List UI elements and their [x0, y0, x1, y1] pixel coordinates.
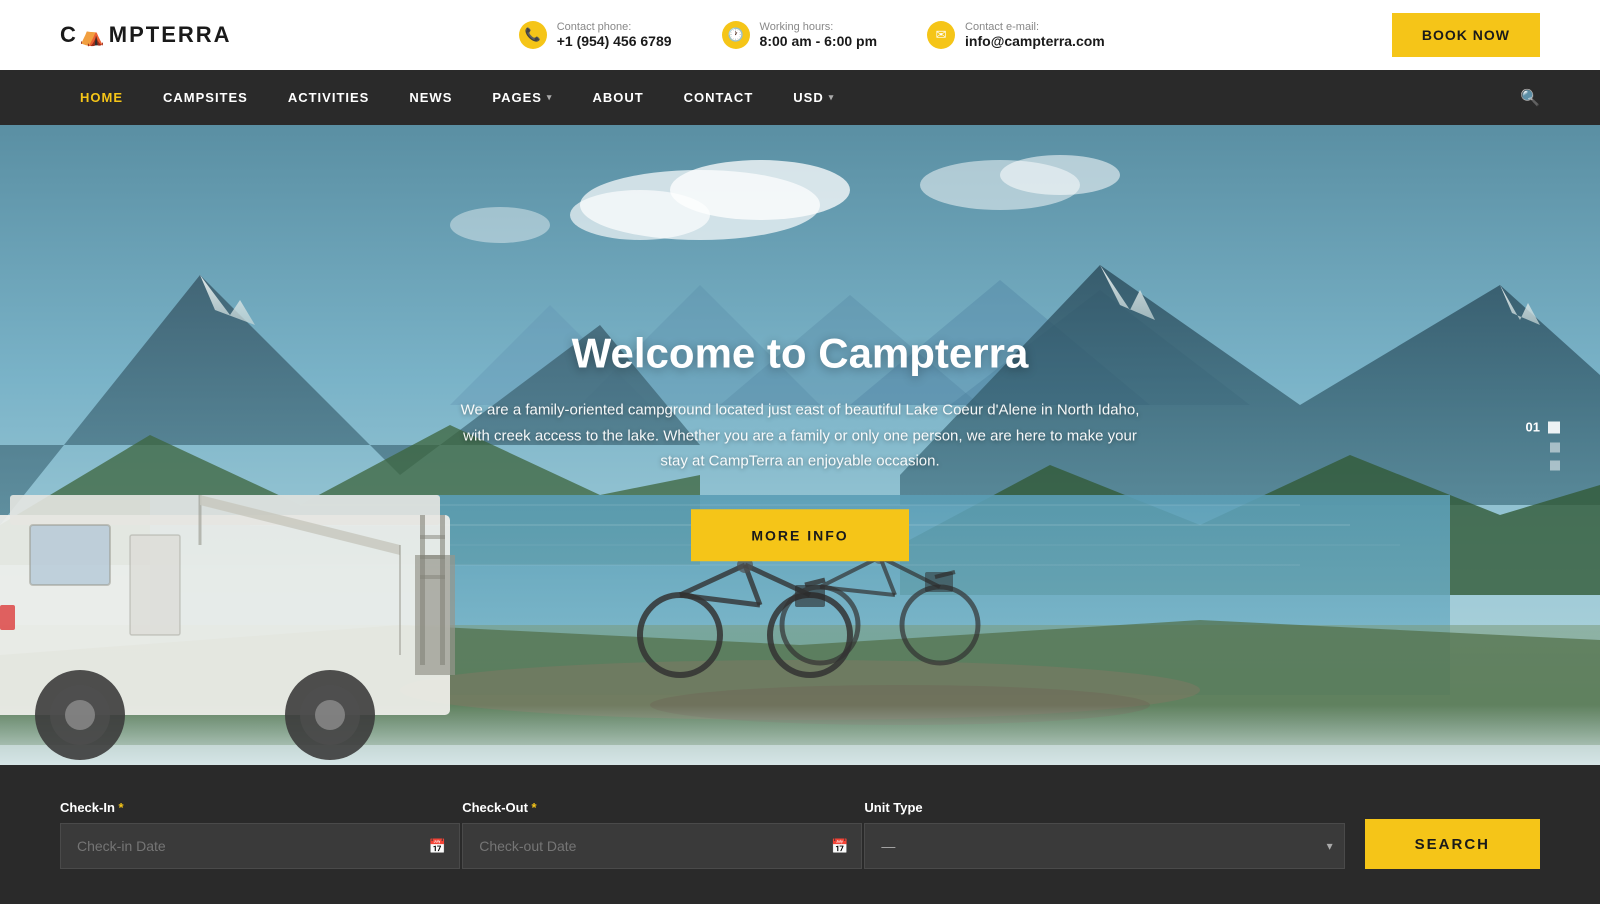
unit-type-select[interactable]: — RV Tent Cabin — [864, 823, 1344, 869]
slide-1-number: 01 — [1526, 420, 1540, 435]
search-button[interactable]: SEARCH — [1365, 819, 1540, 869]
checkout-required: * — [528, 800, 537, 815]
more-info-button[interactable]: MORE INFO — [691, 509, 908, 561]
pages-caret: ▾ — [547, 92, 553, 103]
nav-item-about[interactable]: ABOUT — [572, 72, 663, 123]
checkout-input[interactable] — [462, 823, 862, 869]
hours-label: Working hours: — [760, 21, 878, 33]
phone-text: Contact phone: +1 (954) 456 6789 — [557, 21, 672, 49]
checkin-input[interactable] — [60, 823, 460, 869]
clock-icon: 🕐 — [722, 21, 750, 49]
logo-text-after: MPTERRA — [109, 22, 232, 48]
unit-type-field: Unit type — RV Tent Cabin ▾ — [864, 800, 1344, 869]
top-bar: C ⛺ MPTERRA 📞 Contact phone: +1 (954) 45… — [0, 0, 1600, 70]
nav-item-usd[interactable]: USD ▾ — [773, 72, 854, 123]
logo-text-before: C — [60, 22, 78, 48]
checkin-required: * — [115, 800, 124, 815]
checkout-input-wrapper: 📅 — [462, 823, 862, 869]
email-text: Contact e-mail: info@campterra.com — [965, 21, 1105, 49]
nav-items: HOME CAMPSITES ACTIVITIES NEWS PAGES ▾ A… — [60, 72, 854, 123]
phone-contact: 📞 Contact phone: +1 (954) 456 6789 — [519, 21, 672, 49]
slide-2[interactable] — [1550, 443, 1560, 453]
book-now-button[interactable]: BOOK NOW — [1392, 13, 1540, 57]
hours-value: 8:00 am - 6:00 pm — [760, 33, 878, 49]
checkout-label: Check-out * — [462, 800, 862, 815]
phone-value: +1 (954) 456 6789 — [557, 33, 672, 49]
logo: C ⛺ MPTERRA — [60, 22, 232, 48]
search-bar: Check-in * 📅 Check-out * 📅 Unit type — R… — [0, 765, 1600, 904]
nav-item-campsites[interactable]: CAMPSITES — [143, 72, 268, 123]
checkin-label: Check-in * — [60, 800, 460, 815]
email-value: info@campterra.com — [965, 33, 1105, 49]
search-icon[interactable]: 🔍 — [1520, 88, 1540, 108]
calendar-icon-checkin: 📅 — [429, 838, 446, 855]
phone-label: Contact phone: — [557, 21, 672, 33]
nav-item-home[interactable]: HOME — [60, 72, 143, 123]
checkin-field: Check-in * 📅 — [60, 800, 460, 869]
slide-2-dot — [1550, 443, 1560, 453]
hero-content: Welcome to Campterra We are a family-ori… — [450, 329, 1150, 561]
slide-indicators: 01 — [1526, 420, 1560, 471]
checkin-input-wrapper: 📅 — [60, 823, 460, 869]
hours-contact: 🕐 Working hours: 8:00 am - 6:00 pm — [722, 21, 878, 49]
search-fields: Check-in * 📅 Check-out * 📅 Unit type — R… — [60, 800, 1345, 869]
nav-bar: HOME CAMPSITES ACTIVITIES NEWS PAGES ▾ A… — [0, 70, 1600, 125]
contact-info-group: 📞 Contact phone: +1 (954) 456 6789 🕐 Wor… — [232, 21, 1392, 49]
nav-item-activities[interactable]: ACTIVITIES — [268, 72, 390, 123]
checkout-field: Check-out * 📅 — [462, 800, 862, 869]
nav-item-pages[interactable]: PAGES ▾ — [472, 72, 572, 123]
calendar-icon-checkout: 📅 — [831, 838, 848, 855]
usd-caret: ▾ — [829, 92, 835, 103]
hero-title: Welcome to Campterra — [450, 329, 1150, 377]
unit-type-label: Unit type — [864, 800, 1344, 815]
hours-text: Working hours: 8:00 am - 6:00 pm — [760, 21, 878, 49]
tent-icon: ⛺ — [80, 23, 107, 48]
slide-1[interactable]: 01 — [1526, 420, 1560, 435]
email-contact: ✉ Contact e-mail: info@campterra.com — [927, 21, 1105, 49]
nav-item-news[interactable]: NEWS — [389, 72, 472, 123]
email-label: Contact e-mail: — [965, 21, 1105, 33]
phone-icon: 📞 — [519, 21, 547, 49]
hero-section: Welcome to Campterra We are a family-ori… — [0, 125, 1600, 765]
slide-3-dot — [1550, 461, 1560, 471]
nav-item-contact[interactable]: CONTACT — [664, 72, 774, 123]
unit-type-select-wrapper: — RV Tent Cabin ▾ — [864, 823, 1344, 869]
slide-1-dot — [1548, 421, 1560, 433]
slide-3[interactable] — [1550, 461, 1560, 471]
email-icon: ✉ — [927, 21, 955, 49]
hero-subtitle: We are a family-oriented campground loca… — [450, 397, 1150, 474]
